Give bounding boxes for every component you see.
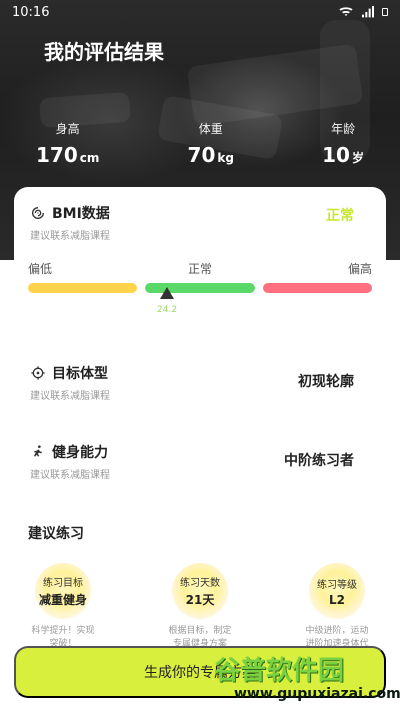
metric-label: 年龄 (331, 122, 356, 136)
suggest-item-circle: 练习目标 减重健身 (35, 563, 91, 619)
metric-unit: cm (79, 151, 100, 165)
suggest-item-circle: 练习天数 21天 (172, 563, 228, 619)
bmi-bar-low (28, 283, 138, 293)
metric-label: 身高 (55, 122, 80, 136)
bmi-bar-normal (145, 283, 255, 293)
metric-label: 体重 (198, 122, 223, 136)
body-type-value: 初现轮廓 (296, 371, 356, 391)
fitness-ability-value: 中阶练习者 (282, 450, 356, 470)
metrics-row: 身高 170 cm 体重 70 kg 年龄 10 岁 (0, 120, 400, 167)
bmi-subtitle: 建议联系减脂课程 (30, 231, 110, 242)
watermark: 谷普软件园 www.gupuxiazai.com (214, 650, 400, 710)
metric-number: 170 (36, 143, 78, 167)
fitness-ability-badge: 中阶练习者 (282, 450, 356, 470)
wifi-icon (339, 7, 353, 16)
metric-value: 170 cm (36, 143, 99, 167)
metric-unit: kg (217, 151, 234, 165)
suggest-title: 建议练习 (28, 526, 84, 542)
status-icons (338, 4, 388, 20)
suggest-item-value: L2 (329, 592, 345, 607)
bmi-label-low: 偏低 (28, 262, 53, 276)
suggest-item-label: 练习等级 (317, 579, 357, 591)
bmi-bar-track (28, 283, 372, 293)
fitness-ability-section: 健身能力 建议联系减脂课程 中阶练习者 (30, 442, 370, 481)
page-title: 我的评估结果 (44, 40, 164, 64)
metric-height: 身高 170 cm (36, 120, 99, 167)
metric-weight: 体重 70 kg (188, 120, 234, 167)
status-time: 10:16 (12, 4, 50, 20)
signal-icon (362, 6, 374, 18)
bmi-label-high: 偏高 (347, 262, 372, 276)
results-card: BMI数据 建议联系减脂课程 正常 偏低 正常 偏高 24.2 目标体型 建议联… (14, 187, 386, 712)
bmi-bar-high (262, 283, 372, 293)
metric-age: 年龄 10 岁 (322, 120, 364, 167)
bmi-value: 24.2 (157, 305, 178, 315)
suggest-item-label: 练习天数 (180, 578, 220, 589)
suggest-item-label: 练习目标 (43, 578, 83, 589)
bmi-section: BMI数据 建议联系减脂课程 正常 (30, 203, 370, 242)
suggest-item-value: 21天 (185, 593, 215, 607)
suggest-item-value: 减重健身 (38, 593, 87, 607)
metric-unit: 岁 (351, 151, 364, 165)
body-type-section: 目标体型 建议联系减脂课程 初现轮廓 (30, 363, 370, 402)
status-bar: 10:16 (0, 0, 400, 24)
metric-number: 70 (187, 143, 216, 167)
bmi-label-normal: 正常 (187, 262, 212, 276)
suggest-section: 建议练习 练习目标 减重健身 科学提升！实现突破！ 练习天数 21天 根据目标，… (28, 523, 372, 662)
body-type-badge: 初现轮廓 (296, 371, 356, 391)
body-type-title: 目标体型 (52, 366, 108, 382)
crosshair-icon (31, 366, 45, 380)
watermark-url: www.gupuxiazai.com (234, 686, 400, 702)
bmi-title: BMI数据 (52, 206, 110, 222)
metric-value: 10 岁 (322, 143, 364, 167)
fitness-ability-title: 健身能力 (52, 445, 108, 461)
bmi-bars: 偏低 正常 偏高 (28, 260, 372, 293)
bmi-status: 正常 (326, 208, 354, 224)
running-icon (34, 445, 42, 457)
metric-number: 10 (322, 143, 350, 167)
watermark-brand: 谷普软件园 (214, 656, 345, 686)
metric-value: 70 kg (188, 143, 234, 167)
bmi-header: BMI数据 (30, 203, 370, 223)
battery-icon (382, 8, 388, 16)
bmi-category-labels: 偏低 正常 偏高 (28, 260, 372, 277)
gauge-icon (32, 207, 44, 219)
suggest-item-circle: 练习等级 L2 (309, 563, 365, 619)
